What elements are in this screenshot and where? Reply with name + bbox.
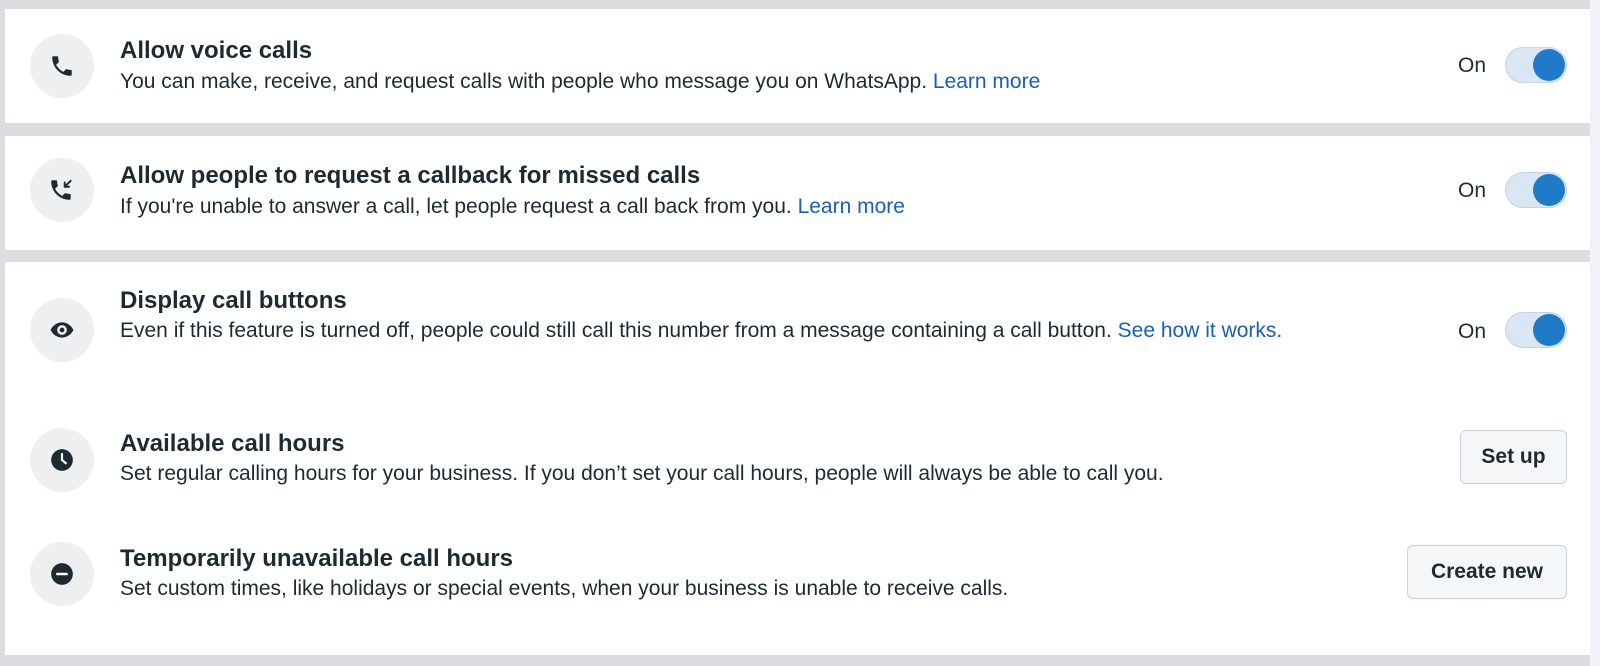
clock-icon <box>30 428 94 492</box>
setting-title: Allow people to request a callback for m… <box>120 162 701 189</box>
call-buttons-card: Display call buttons Even if this featur… <box>5 262 1590 655</box>
callback-toggle[interactable] <box>1505 172 1567 208</box>
missed-call-icon <box>30 158 94 222</box>
eye-icon <box>30 298 94 362</box>
minus-circle-icon <box>30 542 94 606</box>
see-how-it-works-link[interactable]: See how it works. <box>1118 319 1283 342</box>
setting-title: Allow voice calls <box>120 37 313 64</box>
setting-title: Available call hours <box>120 430 345 457</box>
toggle-knob <box>1533 49 1565 81</box>
setting-description: Even if this feature is turned off, peop… <box>120 319 1283 342</box>
voice-calls-card: Allow voice calls You can make, receive,… <box>5 9 1590 123</box>
callback-card: Allow people to request a callback for m… <box>5 136 1590 250</box>
call-settings-page: Allow voice calls You can make, receive,… <box>0 0 1600 666</box>
voice-calls-toggle[interactable] <box>1505 47 1567 83</box>
setting-description: Set regular calling hours for your busin… <box>120 462 1164 485</box>
setting-description: You can make, receive, and request calls… <box>120 70 1041 93</box>
create-new-button[interactable]: Create new <box>1407 545 1567 599</box>
toggle-status-label: On <box>1458 54 1487 77</box>
phone-icon <box>30 34 94 98</box>
page-edge <box>1590 0 1600 666</box>
toggle-status-label: On <box>1458 320 1487 343</box>
toggle-knob <box>1533 174 1565 206</box>
setting-description: If you're unable to answer a call, let p… <box>120 195 905 218</box>
toggle-status-label: On <box>1458 179 1487 202</box>
toggle-knob <box>1533 314 1565 346</box>
setting-description: Set custom times, like holidays or speci… <box>120 577 1009 600</box>
call-buttons-toggle[interactable] <box>1505 312 1567 348</box>
setting-title: Temporarily unavailable call hours <box>120 545 514 572</box>
learn-more-link[interactable]: Learn more <box>933 70 1040 93</box>
setting-title: Display call buttons <box>120 287 347 314</box>
set-up-button[interactable]: Set up <box>1460 430 1567 484</box>
learn-more-link[interactable]: Learn more <box>798 195 905 218</box>
